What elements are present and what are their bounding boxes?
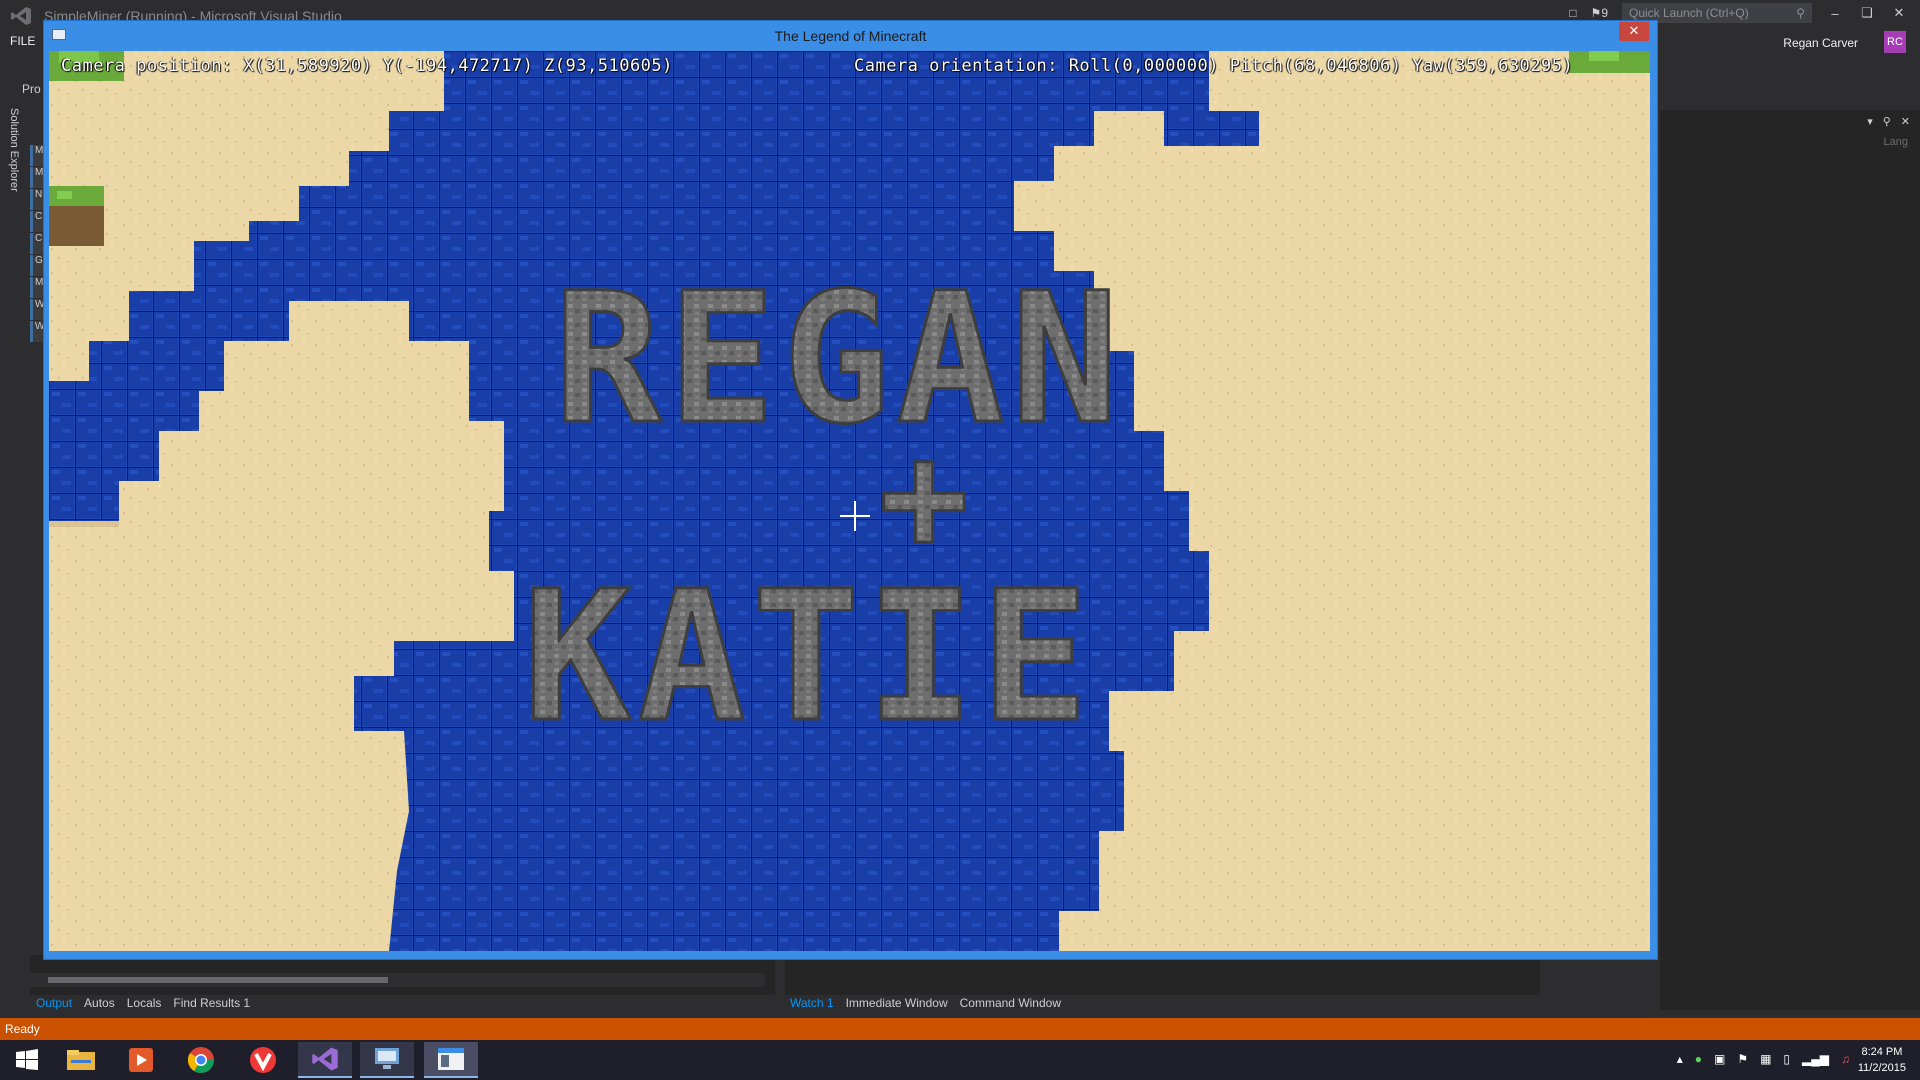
mini-tab[interactable]: W [30,321,44,342]
flag-icon[interactable]: ⚑ [1737,1052,1748,1066]
signal-icon[interactable]: ▂▄▆ [1802,1052,1829,1066]
mini-tab[interactable]: M [30,167,44,188]
game-titlebar[interactable]: The Legend of Minecraft ✕ [44,21,1657,51]
mini-tab[interactable]: M [30,145,44,166]
camera-position-readout: Camera position: X(31,589920) Y(-194,472… [61,56,673,76]
mini-tab[interactable]: W [30,299,44,320]
watch-pane [785,955,1540,995]
taskbar-clock[interactable]: 8:24 PM 11/2/2015 [1858,1044,1906,1076]
media-player-icon[interactable] [114,1042,168,1078]
tab-command-window[interactable]: Command Window [960,996,1061,1010]
notification-count: 9 [1601,6,1608,20]
chevron-down-icon[interactable]: ▾ [1867,115,1873,128]
mini-tab[interactable]: C [30,211,44,232]
game-window-title: The Legend of Minecraft [774,28,927,44]
feedback-icon[interactable]: □ [1569,6,1576,20]
mini-tab[interactable]: C [30,233,44,254]
user-name[interactable]: Regan Carver [1783,36,1858,50]
properties-tab-label[interactable]: Pro [22,82,41,96]
horizontal-scrollbar[interactable] [30,973,765,987]
tab-output[interactable]: Output [36,996,72,1010]
clock-date: 11/2/2015 [1857,1062,1906,1074]
menu-file[interactable]: FILE [10,34,35,48]
avatar[interactable]: RC [1884,31,1906,53]
file-explorer-icon[interactable] [54,1042,108,1078]
right-tool-panel: ▾ ⚲ ✕ Lang [1660,110,1920,1010]
game-viewport[interactable]: REGAN + KATIE Camera position: X(31,5899… [49,51,1650,951]
mini-tab[interactable]: N [30,189,44,210]
windows-logo-icon [16,1049,38,1070]
battery-icon[interactable]: ▯ [1783,1052,1790,1066]
vivaldi-icon[interactable] [236,1042,290,1078]
visual-studio-icon[interactable] [298,1042,352,1078]
clock-time: 8:24 PM [1861,1046,1903,1058]
visual-studio-logo-icon [11,7,31,25]
game-window-icon[interactable] [424,1042,478,1078]
mini-tab[interactable]: M [30,277,44,298]
tab-find-results[interactable]: Find Results 1 [173,996,250,1010]
left-mini-tabs: M M N C C G M W W [30,145,44,343]
tab-autos[interactable]: Autos [84,996,115,1010]
system-tray: ▴ ● ▣ ⚑ ▦ ▯ ▂▄▆ ♫ [1677,1052,1850,1066]
bottom-right-tabs: Watch 1 Immediate Window Command Window [790,992,1061,1014]
shore-shadow [49,521,119,527]
windows-taskbar: ▴ ● ▣ ⚑ ▦ ▯ ▂▄▆ ♫ 8:24 PM 11/2/2015 [0,1040,1920,1080]
status-bar: Ready [0,1018,1920,1040]
notifications-flag-icon[interactable]: ⚑9 [1591,6,1608,20]
tab-locals[interactable]: Locals [127,996,162,1010]
volume-muted-icon[interactable]: ♫ [1841,1052,1850,1066]
language-label: Lang [1883,136,1908,148]
display-icon[interactable]: ▣ [1714,1052,1725,1066]
close-icon[interactable]: ✕ [1901,115,1910,128]
minimize-button[interactable]: – [1826,6,1844,21]
right-panel-header: ▾ ⚲ ✕ [1660,110,1920,132]
crosshair-icon [840,501,870,531]
battery-status-icon[interactable]: ● [1695,1052,1702,1066]
game-window[interactable]: The Legend of Minecraft ✕ REGAN + KATIE … [43,20,1658,960]
mini-tab[interactable]: G [30,255,44,276]
bottom-left-tabs: Output Autos Locals Find Results 1 [36,992,250,1014]
block-letters-katie: KATIE [523,553,1095,762]
close-button[interactable]: ✕ [1890,5,1908,21]
left-tool-strip [0,80,28,1010]
camera-orientation-readout: Camera orientation: Roll(0,000000) Pitch… [854,56,1574,76]
solution-explorer-tab[interactable]: Solution Explorer [8,108,20,192]
start-button[interactable] [0,1042,54,1078]
game-close-button[interactable]: ✕ [1619,22,1649,41]
chrome-icon[interactable] [174,1042,228,1078]
quick-launch-placeholder: Quick Launch (Ctrl+Q) [1629,6,1749,20]
status-text: Ready [5,1022,40,1036]
restore-button[interactable]: ❏ [1858,5,1876,21]
tab-watch[interactable]: Watch 1 [790,996,834,1010]
pin-icon[interactable]: ⚲ [1883,115,1891,128]
scrollbar-thumb[interactable] [48,977,388,983]
windows-icon[interactable]: ▦ [1760,1052,1771,1066]
chevron-up-icon[interactable]: ▴ [1677,1052,1683,1066]
search-icon: ⚲ [1796,6,1805,20]
tab-immediate-window[interactable]: Immediate Window [846,996,948,1010]
grass-block-top-right [1569,51,1650,73]
block-letters-regan: REGAN [553,255,1125,464]
remote-desktop-icon[interactable] [360,1042,414,1078]
